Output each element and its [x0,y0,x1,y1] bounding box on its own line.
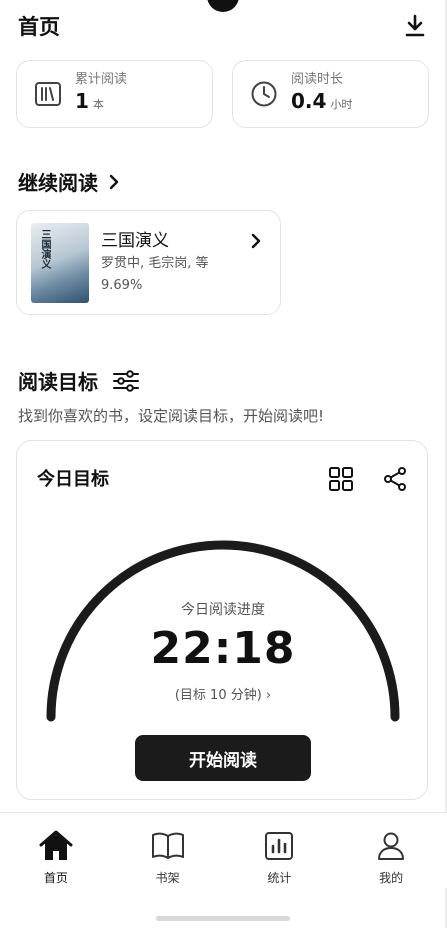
page-title: 首页 [18,15,60,39]
book-progress: 9.69% [101,277,143,293]
total-books-unit: 本 [92,98,104,111]
progress-time: 22:18 [150,623,296,674]
user-icon [374,829,408,863]
sliders-icon [113,369,139,392]
today-goal-card: 今日目标 今日阅读进度 22:18 (目标 10 分钟) › 开始阅读 [16,440,428,800]
header: 首页 [18,10,429,42]
start-reading-button[interactable]: 开始阅读 [135,735,311,781]
reading-time-value: 0.4 小时 [291,89,352,117]
book-authors: 罗贯中, 毛宗岗, 等 [101,255,209,271]
nav-item-bookshelf[interactable]: 书架 [112,813,224,888]
home-indicator [156,916,290,921]
nav-label-profile: 我的 [379,871,404,885]
chevron-right-icon [250,233,262,253]
continue-reading-header[interactable]: 继续阅读 [18,167,120,196]
goal-settings-button[interactable] [112,369,140,392]
reading-time-number: 0.4 [291,89,327,113]
bottom-nav: 首页 书架 统计 我的 [0,812,447,888]
book-open-icon [151,829,185,863]
book-cover: 三国演义 [31,222,89,303]
home-icon [39,829,73,863]
progress-label: 今日阅读进度 [181,602,265,618]
reading-goal-header: 阅读目标 [18,366,140,395]
reading-time-label: 阅读时长 [291,72,344,87]
bar-chart-icon [262,829,296,863]
reading-time-card[interactable]: 阅读时长 0.4 小时 [232,60,429,128]
nav-item-stats[interactable]: 统计 [224,813,336,888]
book-cover-title: 三国演义 [39,228,50,269]
download-icon [405,14,425,37]
total-books-value: 1本 [75,89,127,117]
nav-label-home: 首页 [43,871,68,885]
total-books-label: 累计阅读 [75,72,128,87]
nav-item-profile[interactable]: 我的 [335,813,447,888]
clock-icon [249,79,279,109]
nav-item-home[interactable]: 首页 [0,813,112,888]
total-books-number: 1 [75,89,89,113]
continue-book-card[interactable]: 三国演义 三国演义 罗贯中, 毛宗岗, 等 9.69% [16,210,281,315]
reading-goal-title: 阅读目标 [18,370,98,394]
nav-label-stats: 统计 [267,871,292,885]
goal-hint: 找到你喜欢的书，设定阅读目标，开始阅读吧! [18,407,325,425]
continue-reading-title: 继续阅读 [18,171,98,195]
goal-target-link[interactable]: (目标 10 分钟) › [17,684,427,703]
chevron-right-icon [108,174,120,190]
library-icon [33,79,63,109]
nav-label-bookshelf: 书架 [155,871,180,885]
reading-time-unit: 小时 [330,98,353,111]
download-button[interactable] [401,12,429,40]
total-books-card[interactable]: 累计阅读 1本 [16,60,213,128]
